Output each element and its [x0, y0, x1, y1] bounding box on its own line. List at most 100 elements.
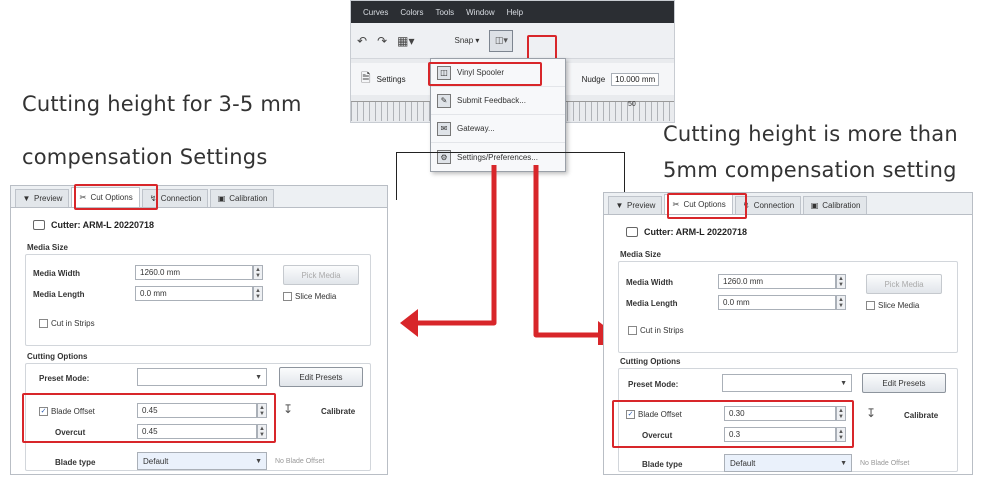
chevron-down-icon: ▼ [255, 457, 262, 465]
right-blade-offset-checkbox[interactable]: ✓ Blade Offset [626, 410, 682, 419]
left-tab-connection[interactable]: ↯ Connection [141, 189, 209, 207]
left-blade-type-select[interactable]: Default ▼ [137, 452, 267, 470]
left-edit-presets-button[interactable]: Edit Presets [279, 367, 363, 387]
chevron-down-icon: ▼ [840, 379, 847, 387]
left-media-width-label: Media Width [33, 269, 81, 278]
left-media-length-label: Media Length [33, 290, 85, 299]
left-blade-offset-field[interactable]: 0.45 [137, 403, 257, 418]
right-cutter-row: Cutter: ARM-L 20220718 [626, 227, 747, 237]
right-cut-in-strips-checkbox[interactable]: Cut in Strips [628, 326, 684, 335]
right-overcut-field[interactable]: 0.3 [724, 427, 836, 442]
right-cutter-label: Cutter: ARM-L 20220718 [644, 227, 748, 237]
right-media-width-spinner[interactable]: ▲ ▼ [836, 274, 846, 289]
left-preset-mode-label: Preset Mode: [39, 374, 90, 383]
right-slice-media-checkbox[interactable]: Slice Media [866, 301, 919, 310]
left-no-blade-offset-label: No Blade Offset [275, 458, 325, 465]
left-overcut-field[interactable]: 0.45 [137, 424, 257, 439]
nudge-label: Nudge [581, 74, 606, 84]
cutter-icon [626, 227, 638, 237]
vinyl-menu-trigger[interactable]: ◫▾ [489, 29, 514, 52]
redo-icon[interactable]: ↷ [377, 34, 387, 48]
nudge-field[interactable]: 10.000 mm [611, 72, 660, 86]
vinyl-spooler-icon: ◫ [437, 65, 451, 80]
menu-item-tools[interactable]: Tools [435, 8, 454, 17]
toolbar: ↶ ↷ ▦▾ Snap ▾ ◫▾ [351, 23, 674, 59]
calibration-icon: ▣ [810, 201, 819, 210]
left-cut-in-strips-checkbox[interactable]: Cut in Strips [39, 319, 95, 328]
left-blade-offset-spinner[interactable]: ▲ ▼ [257, 403, 267, 418]
cut-options-icon: ✂ [79, 193, 87, 202]
left-tab-preview[interactable]: ▼ Preview [15, 189, 70, 207]
left-calibrate-link[interactable]: Calibrate [321, 407, 355, 416]
left-tab-cut-options[interactable]: ✂ Cut Options [71, 187, 140, 207]
transform-icon[interactable]: ▦▾ [397, 34, 414, 48]
right-edit-presets-button[interactable]: Edit Presets [862, 373, 946, 393]
right-no-blade-offset-label: No Blade Offset [860, 460, 910, 467]
menu-item-window[interactable]: Window [466, 8, 494, 17]
dropdown-item-gateway[interactable]: ✉ Gateway... [431, 115, 565, 143]
right-media-length-label: Media Length [626, 299, 678, 308]
calibrate-icon: ↧ [866, 406, 877, 420]
left-overcut-spinner[interactable]: ▲ ▼ [257, 424, 267, 439]
feedback-icon: ✎ [437, 93, 451, 108]
dropdown-item-submit-feedback[interactable]: ✎ Submit Feedback... [431, 87, 565, 115]
right-tab-cut-options[interactable]: ✂ Cut Options [664, 194, 733, 214]
calibration-icon: ▣ [217, 194, 226, 203]
caption-left-line2: compensation Settings [22, 145, 268, 169]
document-icon: 🗎 [361, 70, 371, 85]
right-preset-mode-select[interactable]: ▼ [722, 374, 852, 392]
right-media-length-spinner[interactable]: ▲ ▼ [836, 295, 846, 310]
right-overcut-spinner[interactable]: ▲ ▼ [836, 427, 846, 442]
right-tab-connection[interactable]: ↯ Connection [734, 196, 802, 214]
right-media-width-field[interactable]: 1260.0 mm [718, 274, 836, 289]
right-tab-preview[interactable]: ▼ Preview [608, 196, 663, 214]
left-tab-bar: ▼ Preview ✂ Cut Options ↯ Connection ▣ Calib… [11, 186, 387, 208]
caption-right-line1: Cutting height is more than [663, 122, 958, 146]
right-media-size-title: Media Size [620, 250, 661, 259]
ruler-label: 50 [628, 101, 636, 108]
right-cut-options-panel: ▼ Preview ✂ Cut Options ↯ Connection ▣ Calib… [603, 192, 973, 475]
menu-item-curves[interactable]: Curves [363, 8, 388, 17]
right-media-length-field[interactable]: 0.0 mm [718, 295, 836, 310]
connection-icon: ↯ [742, 201, 750, 210]
left-pick-media-button[interactable]: Pick Media [283, 265, 359, 285]
right-media-width-label: Media Width [626, 278, 674, 287]
settings-label[interactable]: Settings [377, 75, 406, 84]
right-blade-type-label: Blade type [642, 460, 683, 469]
left-media-length-spinner[interactable]: ▲ ▼ [253, 286, 263, 301]
left-media-size-title: Media Size [27, 243, 68, 252]
right-blade-type-select[interactable]: Default ▼ [724, 454, 852, 472]
right-tab-calibration[interactable]: ▣ Calibration [803, 196, 868, 214]
left-preset-mode-select[interactable]: ▼ [137, 368, 267, 386]
left-blade-offset-checkbox[interactable]: ✓ Blade Offset [39, 407, 95, 416]
preview-icon: ▼ [22, 194, 31, 203]
cut-options-icon: ✂ [672, 200, 680, 209]
arrow-to-left-panel [400, 165, 497, 337]
caption-right-line2: 5mm compensation setting [663, 158, 957, 182]
left-slice-media-checkbox[interactable]: Slice Media [283, 292, 336, 301]
left-media-length-field[interactable]: 0.0 mm [135, 286, 253, 301]
right-cutting-options-title: Cutting Options [620, 357, 681, 366]
left-media-width-field[interactable]: 1260.0 mm [135, 265, 253, 280]
left-blade-type-label: Blade type [55, 458, 96, 467]
left-cut-options-panel: ▼ Preview ✂ Cut Options ↯ Connection ▣ Calib… [10, 185, 388, 475]
chevron-down-icon: ▼ [840, 459, 847, 467]
menu-item-colors[interactable]: Colors [400, 8, 423, 17]
menu-item-help[interactable]: Help [507, 8, 523, 17]
vinyl-dropdown-menu: ◫ Vinyl Spooler ✎ Submit Feedback... ✉ G… [430, 58, 566, 172]
left-cutting-options-title: Cutting Options [27, 352, 88, 361]
undo-icon[interactable]: ↶ [357, 34, 367, 48]
calibrate-icon: ↧ [283, 402, 294, 416]
caption-left-line1: Cutting height for 3-5 mm [22, 92, 302, 116]
left-tab-calibration[interactable]: ▣ Calibration [210, 189, 275, 207]
right-calibrate-link[interactable]: Calibrate [904, 411, 938, 420]
right-tab-bar: ▼ Preview ✂ Cut Options ↯ Connection ▣ Calib… [604, 193, 972, 215]
right-pick-media-button[interactable]: Pick Media [866, 274, 942, 294]
snap-menu[interactable]: Snap ▾ [455, 36, 480, 45]
right-blade-offset-field[interactable]: 0.30 [724, 406, 836, 421]
right-blade-offset-spinner[interactable]: ▲ ▼ [836, 406, 846, 421]
left-media-width-spinner[interactable]: ▲ ▼ [253, 265, 263, 280]
right-overcut-label: Overcut [642, 431, 673, 440]
chevron-down-icon: ▼ [255, 373, 262, 381]
dropdown-item-vinyl-spooler[interactable]: ◫ Vinyl Spooler [431, 59, 565, 87]
